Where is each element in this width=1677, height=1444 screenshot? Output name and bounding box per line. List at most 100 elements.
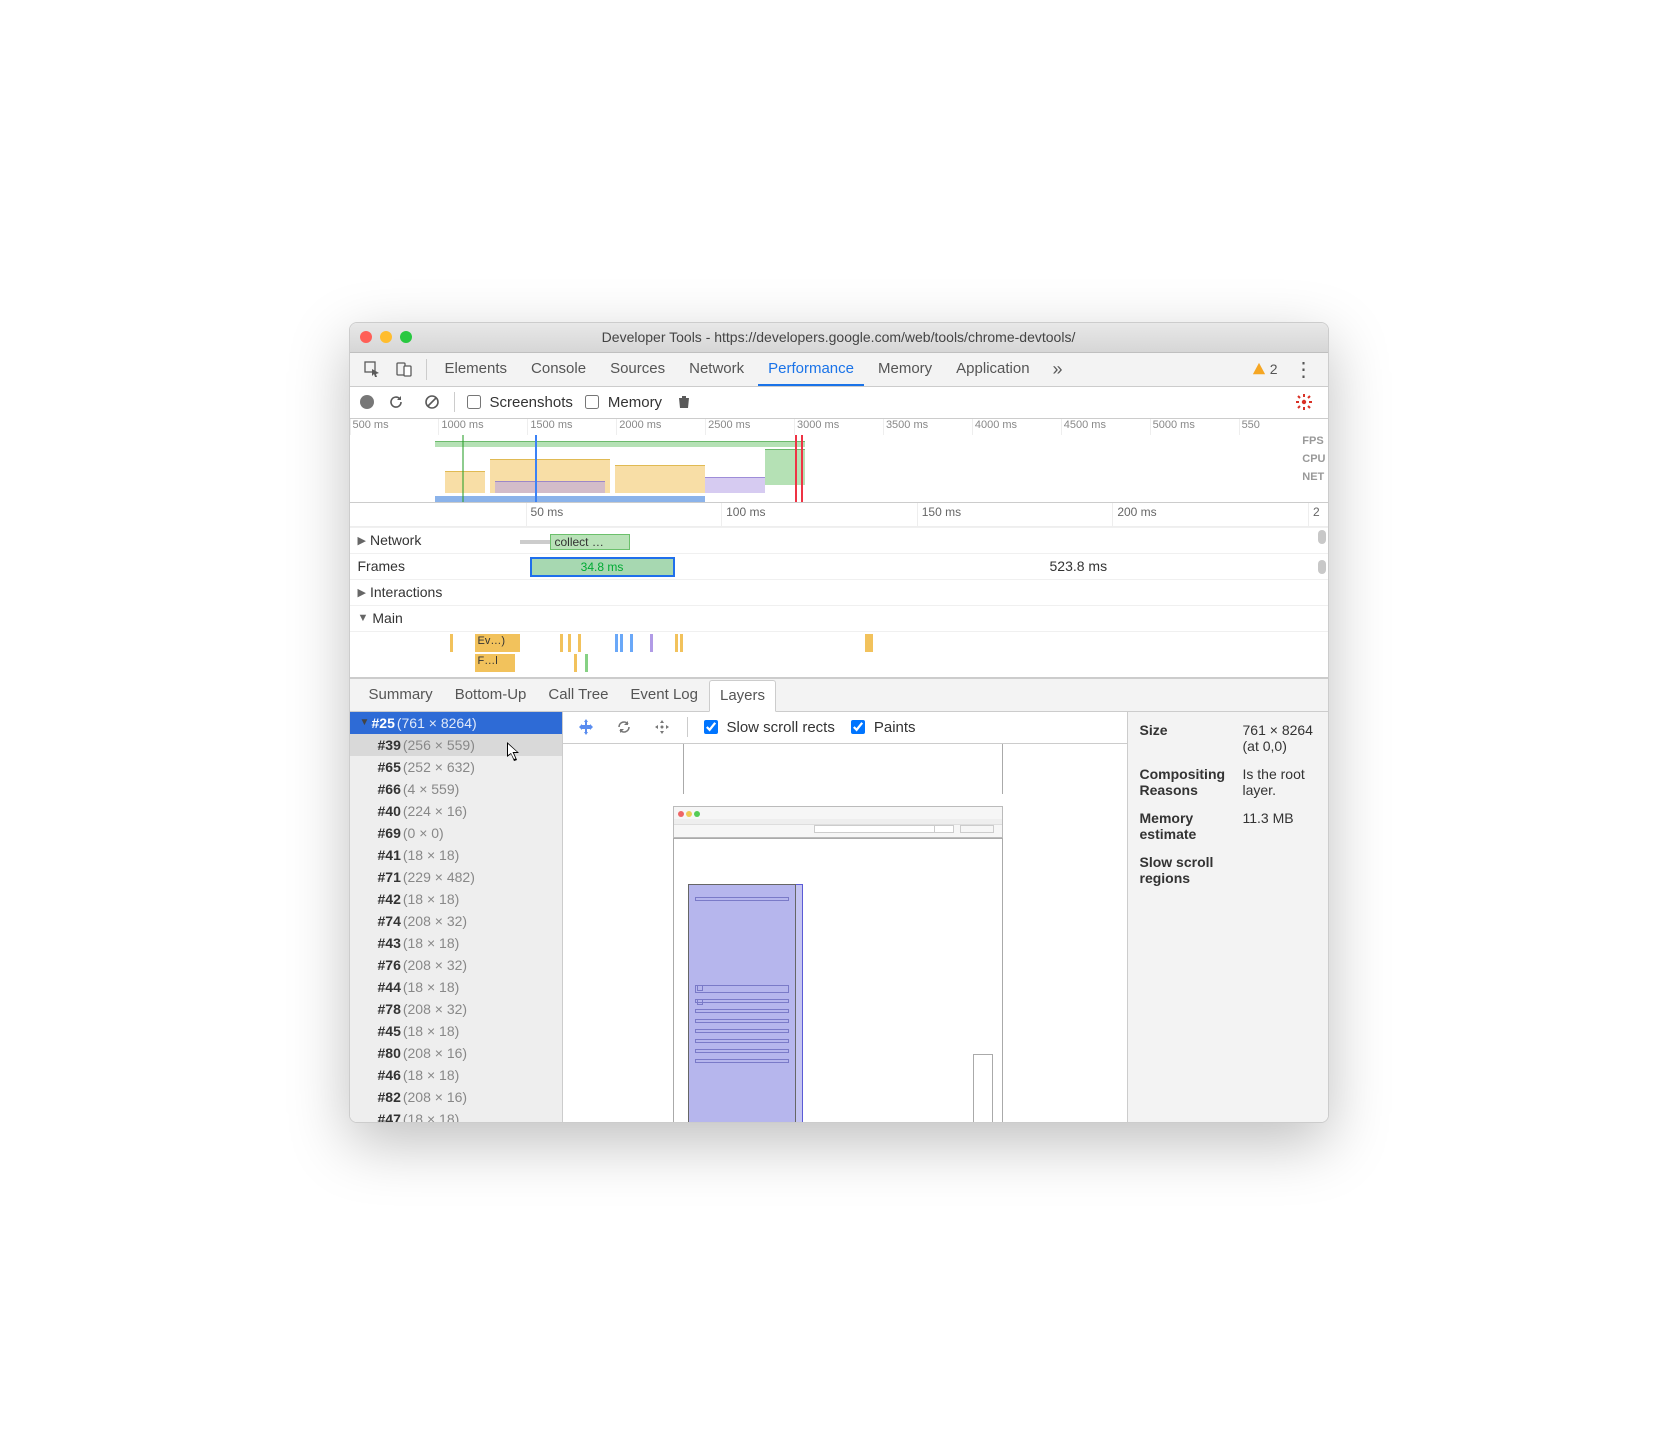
screenshots-checkbox[interactable]: Screenshots [463,392,573,412]
layer-id: #76 [378,957,401,973]
lane-frames[interactable]: Frames 34.8 ms 523.8 ms [350,553,1328,579]
close-window-button[interactable] [360,331,372,343]
performance-overview[interactable]: 500 ms1000 ms1500 ms2000 ms2500 ms3000 m… [350,419,1328,503]
tab-console[interactable]: Console [521,353,596,386]
layer-tree-row[interactable]: #47(18 × 18) [350,1108,562,1122]
layer-tree-row[interactable]: ▼#25(761 × 8264) [350,712,562,734]
prop-size-key: Size [1140,722,1235,754]
lane-interactions[interactable]: ▶Interactions [350,579,1328,605]
layer-dims: (224 × 16) [403,803,467,819]
inspect-element-icon[interactable] [358,353,386,386]
reset-view-icon[interactable] [649,719,675,735]
layer-canvas-scrollbar [973,1054,993,1122]
perf-ruler[interactable]: 50 ms100 ms150 ms200 ms2 [350,503,1328,527]
frame-block-selected[interactable]: 34.8 ms [530,557,675,577]
more-tabs-icon[interactable]: » [1044,353,1072,386]
layer-tree-row[interactable]: #66(4 × 559) [350,778,562,800]
layer-toolbar: Slow scroll rects Paints [563,712,1127,744]
layer-id: #65 [378,759,401,775]
network-request-block[interactable]: collect … [550,534,630,550]
ruler-tick: 100 ms [721,503,765,526]
layer-tree-row[interactable]: #71(229 × 482) [350,866,562,888]
layer-dims: (208 × 32) [403,957,467,973]
layer-tree-row[interactable]: #43(18 × 18) [350,932,562,954]
layer-tree-row[interactable]: #40(224 × 16) [350,800,562,822]
kebab-menu-icon[interactable]: ⋮ [1288,353,1320,386]
flame-chart[interactable]: Ev…) F…l [350,631,1328,677]
settings-gear-icon[interactable] [1290,394,1318,410]
layer-tree-row[interactable]: #39(256 × 559) [350,734,562,756]
layer-id: #40 [378,803,401,819]
layers-tree[interactable]: ▼#25(761 × 8264)#39(256 × 559)#65(252 × … [350,712,563,1122]
layer-dims: (208 × 16) [403,1089,467,1105]
minimize-window-button[interactable] [380,331,392,343]
layer-id: #80 [378,1045,401,1061]
paints-checkbox[interactable]: Paints [847,717,916,737]
layer-dims: (18 × 18) [403,979,459,995]
tab-elements[interactable]: Elements [435,353,518,386]
layer-tree-row[interactable]: #80(208 × 16) [350,1042,562,1064]
reload-record-icon[interactable] [382,394,410,410]
toggle-device-icon[interactable] [390,353,418,386]
layer-tree-row[interactable]: #44(18 × 18) [350,976,562,998]
ruler-tick: 150 ms [917,503,961,526]
pan-icon[interactable] [573,719,599,735]
window-titlebar: Developer Tools - https://developers.goo… [350,323,1328,353]
prop-comp-val: Is the root layer. [1243,766,1316,798]
layer-canvas-browser-chrome [673,806,1003,838]
overview-ticks: 500 ms1000 ms1500 ms2000 ms2500 ms3000 m… [350,419,1328,435]
layer-tree-row[interactable]: #65(252 × 632) [350,756,562,778]
lane-network[interactable]: ▶Network collect … [350,527,1328,553]
layer-id: #47 [378,1111,401,1122]
lane-main[interactable]: ▼Main [350,605,1328,631]
layer-dims: (18 × 18) [403,1111,459,1122]
tab2-summary[interactable]: Summary [358,679,444,711]
layer-tree-row[interactable]: #74(208 × 32) [350,910,562,932]
tab2-event-log[interactable]: Event Log [619,679,709,711]
layer-tree-row[interactable]: #76(208 × 32) [350,954,562,976]
ruler-tick: 2 [1308,503,1320,526]
tab2-call-tree[interactable]: Call Tree [537,679,619,711]
flame-event-ev[interactable]: Ev…) [475,634,520,652]
disclosure-icon[interactable]: ▼ [360,717,370,728]
layer-canvas[interactable] [563,744,1127,1122]
layer-tree-row[interactable]: #41(18 × 18) [350,844,562,866]
ruler-tick: 200 ms [1112,503,1156,526]
tab-network[interactable]: Network [679,353,754,386]
tab-memory[interactable]: Memory [868,353,942,386]
tab-performance[interactable]: Performance [758,353,864,386]
prop-mem-val: 11.3 MB [1243,810,1316,842]
tab2-layers[interactable]: Layers [709,680,776,712]
zoom-window-button[interactable] [400,331,412,343]
tab-application[interactable]: Application [946,353,1039,386]
warnings-count: 2 [1270,361,1278,377]
layer-tree-row[interactable]: #45(18 × 18) [350,1020,562,1042]
prop-mem-key: Memory estimate [1140,810,1235,842]
trash-icon[interactable] [670,394,698,410]
record-button[interactable] [360,395,374,409]
interactions-label: Interactions [370,584,442,600]
perf-toolbar: Screenshots Memory [350,387,1328,419]
flame-event-f[interactable]: F…l [475,654,515,672]
layer-tree-row[interactable]: #69(0 × 0) [350,822,562,844]
layer-canvas-layer[interactable] [688,884,796,1122]
layer-dims: (761 × 8264) [397,715,477,731]
warnings-badge[interactable]: 2 [1246,353,1284,386]
memory-checkbox[interactable]: Memory [581,392,662,412]
layer-id: #25 [372,715,395,731]
slow-scroll-checkbox[interactable]: Slow scroll rects [700,717,835,737]
layer-tree-row[interactable]: #42(18 × 18) [350,888,562,910]
window-title: Developer Tools - https://developers.goo… [360,329,1318,345]
layer-tree-row[interactable]: #78(208 × 32) [350,998,562,1020]
layer-tree-row[interactable]: #46(18 × 18) [350,1064,562,1086]
rotate-icon[interactable] [611,719,637,735]
layer-tree-row[interactable]: #82(208 × 16) [350,1086,562,1108]
layer-dims: (208 × 32) [403,913,467,929]
layer-id: #43 [378,935,401,951]
layer-id: #69 [378,825,401,841]
layer-id: #45 [378,1023,401,1039]
tab-sources[interactable]: Sources [600,353,675,386]
clear-icon[interactable] [418,394,446,410]
tab2-bottom-up[interactable]: Bottom-Up [444,679,538,711]
layer-canvas-area: Slow scroll rects Paints [563,712,1128,1122]
